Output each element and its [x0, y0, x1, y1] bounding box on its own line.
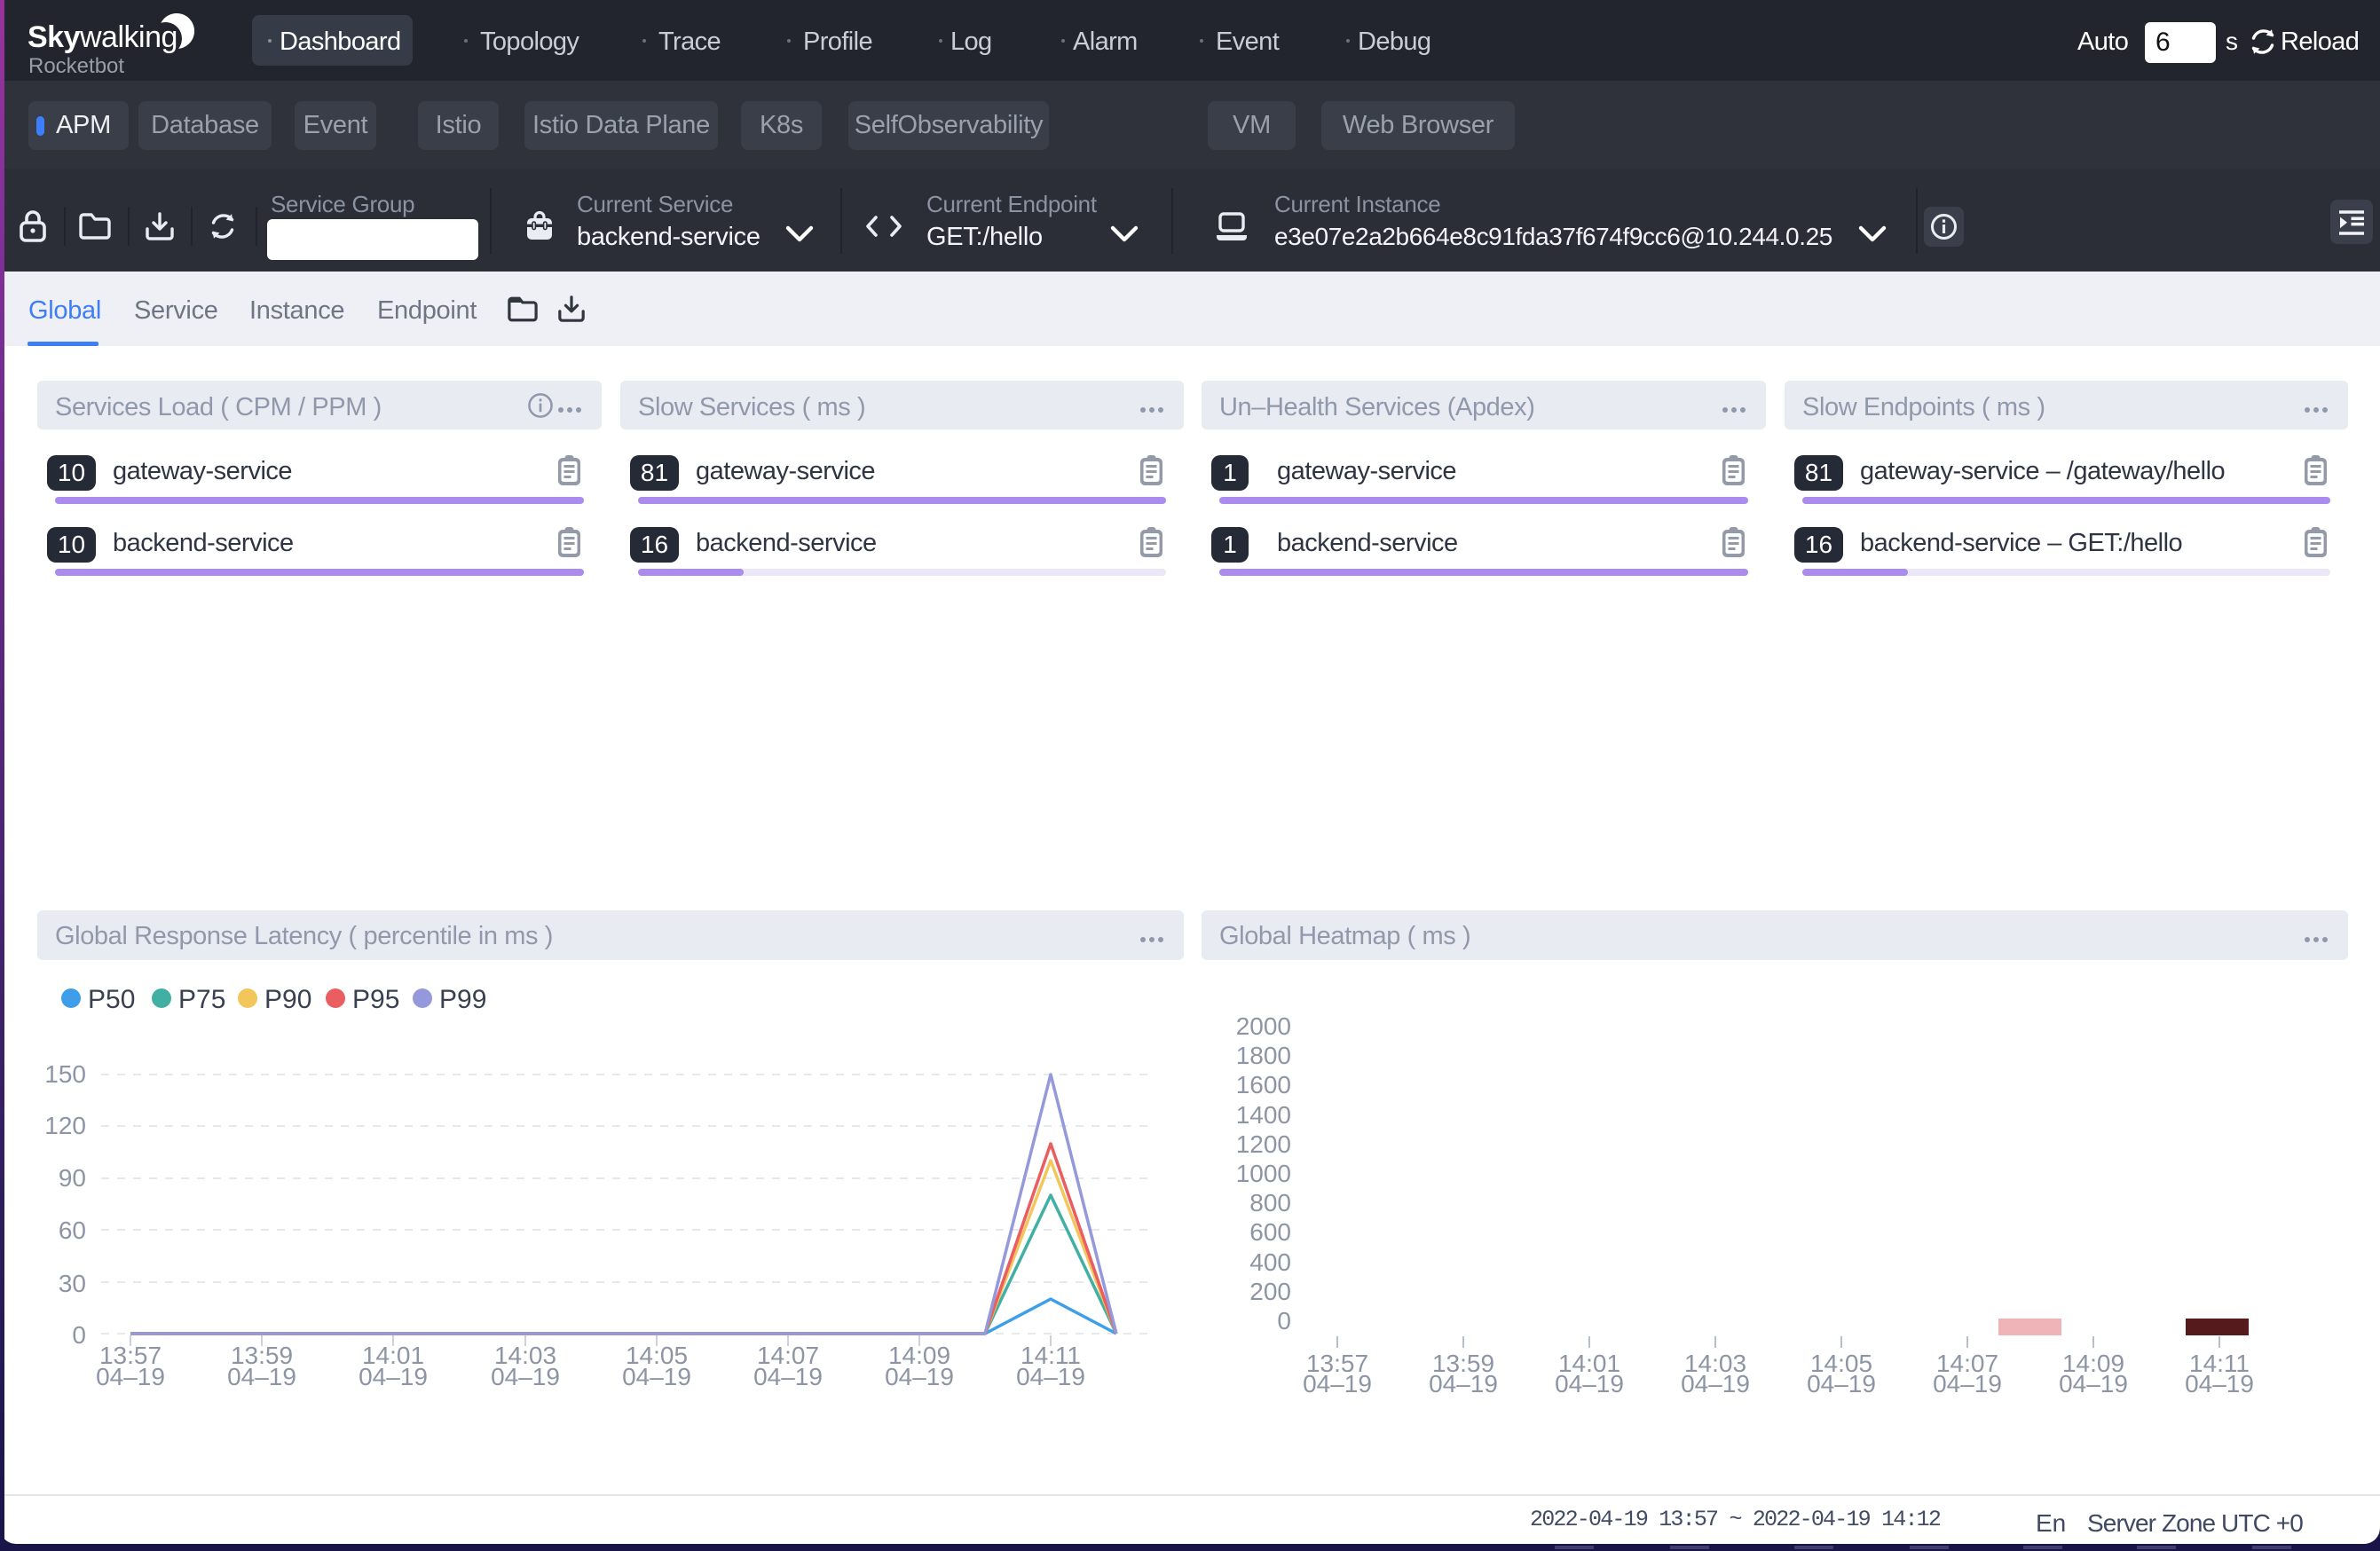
- svg-text:14:03: 14:03: [494, 1342, 556, 1369]
- svg-text:13:59: 13:59: [1432, 1350, 1494, 1377]
- svg-text:14:07: 14:07: [1936, 1350, 1998, 1377]
- svg-text:04–19: 04–19: [96, 1363, 165, 1390]
- svg-text:400: 400: [1249, 1248, 1291, 1276]
- svg-text:14:09: 14:09: [2062, 1350, 2124, 1377]
- svg-text:30: 30: [59, 1270, 86, 1297]
- svg-text:800: 800: [1249, 1189, 1291, 1216]
- svg-text:14:11: 14:11: [1021, 1342, 1081, 1369]
- svg-text:04–19: 04–19: [1303, 1370, 1372, 1397]
- svg-text:1400: 1400: [1236, 1101, 1291, 1129]
- svg-text:14:03: 14:03: [1684, 1350, 1746, 1377]
- svg-text:13:57: 13:57: [99, 1342, 162, 1369]
- svg-text:14:09: 14:09: [888, 1342, 950, 1369]
- svg-text:04–19: 04–19: [753, 1363, 823, 1390]
- svg-text:1200: 1200: [1236, 1130, 1291, 1158]
- svg-text:1800: 1800: [1236, 1042, 1291, 1069]
- svg-text:90: 90: [59, 1164, 86, 1192]
- svg-text:04–19: 04–19: [622, 1363, 691, 1390]
- svg-text:0: 0: [72, 1321, 86, 1349]
- svg-text:120: 120: [44, 1112, 86, 1139]
- svg-text:60: 60: [59, 1216, 86, 1244]
- svg-text:1000: 1000: [1236, 1160, 1291, 1187]
- svg-text:04–19: 04–19: [1555, 1370, 1624, 1397]
- svg-text:1600: 1600: [1236, 1071, 1291, 1098]
- svg-text:04–19: 04–19: [885, 1363, 954, 1390]
- svg-text:2000: 2000: [1236, 1012, 1291, 1040]
- svg-text:14:01: 14:01: [1558, 1350, 1620, 1377]
- svg-text:04–19: 04–19: [491, 1363, 560, 1390]
- svg-text:0: 0: [1277, 1307, 1291, 1334]
- svg-text:13:59: 13:59: [231, 1342, 293, 1369]
- svg-text:600: 600: [1249, 1218, 1291, 1246]
- svg-text:14:07: 14:07: [757, 1342, 819, 1369]
- svg-text:14:05: 14:05: [1810, 1350, 1872, 1377]
- svg-text:04–19: 04–19: [359, 1363, 428, 1390]
- svg-text:150: 150: [44, 1060, 86, 1088]
- svg-text:200: 200: [1249, 1278, 1291, 1305]
- svg-text:04–19: 04–19: [227, 1363, 296, 1390]
- svg-text:04–19: 04–19: [1681, 1370, 1750, 1397]
- svg-text:04–19: 04–19: [1429, 1370, 1498, 1397]
- svg-text:14:11: 14:11: [2189, 1350, 2250, 1377]
- svg-text:14:01: 14:01: [362, 1342, 424, 1369]
- svg-text:13:57: 13:57: [1306, 1350, 1368, 1377]
- svg-text:04–19: 04–19: [2059, 1370, 2128, 1397]
- svg-text:04–19: 04–19: [2185, 1370, 2254, 1397]
- svg-text:04–19: 04–19: [1933, 1370, 2002, 1397]
- svg-text:04–19: 04–19: [1016, 1363, 1085, 1390]
- svg-text:14:05: 14:05: [626, 1342, 688, 1369]
- svg-text:04–19: 04–19: [1807, 1370, 1876, 1397]
